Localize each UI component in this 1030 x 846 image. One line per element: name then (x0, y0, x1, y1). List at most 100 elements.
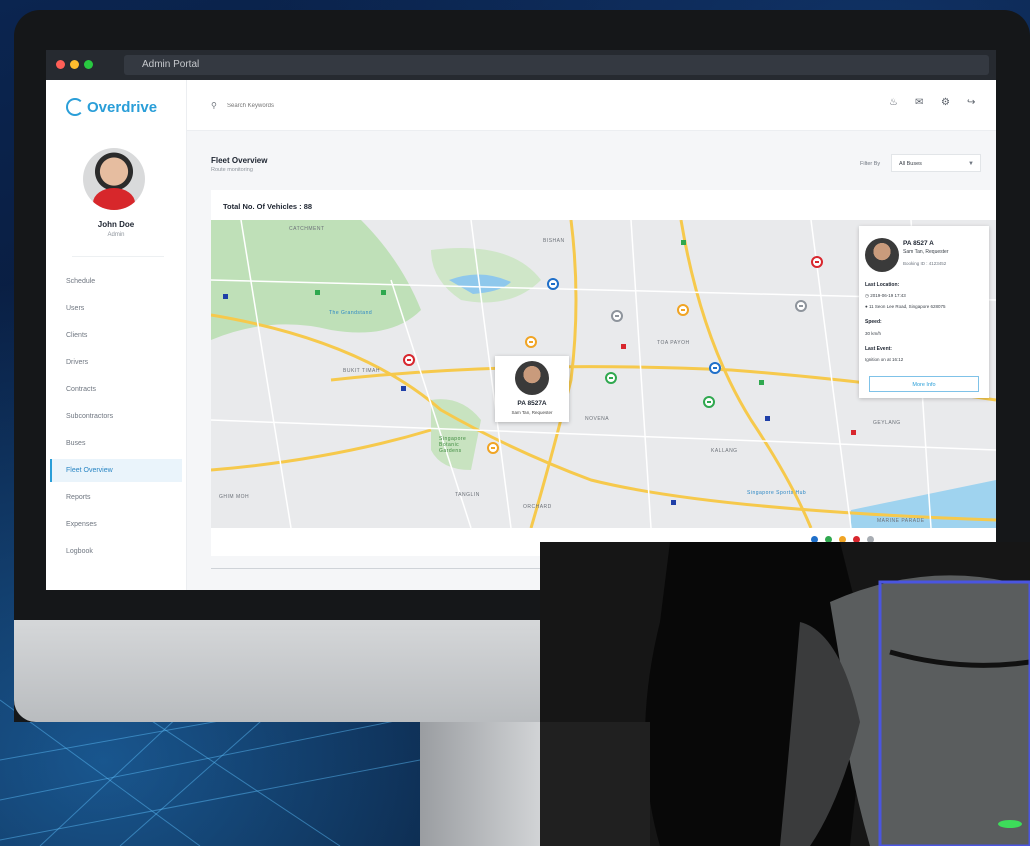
total-vehicles: Total No. Of Vehicles : 88 (223, 202, 313, 211)
logo-text: Overdrive (87, 98, 158, 116)
filter-selected-value: All Buses (899, 161, 922, 167)
sidebar-item-subcontractors[interactable]: Subcontractors (50, 405, 182, 428)
vehicle-marker[interactable] (525, 336, 537, 348)
vehicle-marker[interactable] (811, 256, 823, 268)
sidebar-nav: Schedule Users Clients Drivers Contracts… (50, 270, 182, 567)
logo[interactable]: Overdrive (66, 98, 157, 116)
sidebar-item-schedule[interactable]: Schedule (50, 270, 182, 293)
screen: Admin Portal Overdrive John Doe Admin Sc… (46, 50, 996, 590)
vehicle-marker[interactable] (709, 362, 721, 374)
sidebar-item-expenses[interactable]: Expenses (50, 513, 182, 536)
driver-camera-feed (540, 542, 1030, 846)
logo-icon (66, 98, 84, 116)
info-time: ◷ 2019-06-19 17:43 (865, 293, 906, 299)
topbar: ⚲ ♨ ✉ ⚙ ↪ (187, 80, 996, 131)
sidebar-item-drivers[interactable]: Drivers (50, 351, 182, 374)
map-label: GHIM MOH (219, 494, 250, 500)
driver-avatar (515, 361, 549, 395)
driver-avatar (865, 238, 899, 272)
info-name: Sam Tan, Requester (903, 249, 949, 255)
sidebar-item-users[interactable]: Users (50, 297, 182, 320)
map-label: Singapore Sports Hub (747, 490, 807, 496)
map-label: NOVENA (585, 416, 610, 422)
more-info-button[interactable]: More Info (869, 376, 979, 392)
map-label: TANGLIN (455, 492, 480, 498)
info-booking: Booking ID : 4123452 (903, 261, 947, 266)
map-label: Singapore Botanic Gardens (439, 436, 467, 454)
vehicle-marker[interactable] (611, 310, 623, 322)
map-label: MARINE PARADE (877, 518, 925, 524)
map-label: GEYLANG (873, 420, 901, 426)
info-speed: 30 km/h (865, 331, 882, 336)
maximize-window-button[interactable] (84, 60, 93, 69)
map-label: KALLANG (711, 448, 738, 454)
main-content: Fleet Overview Route monitoring Filter B… (187, 130, 996, 590)
fleet-card: Total No. Of Vehicles : 88 CATCHMENT BIS… (211, 190, 996, 556)
info-last-event: Ignition on at 16:12 (865, 357, 904, 362)
sidebar-item-fleet-overview[interactable]: Fleet Overview (50, 459, 182, 482)
stop-marker (681, 240, 686, 245)
location-pin-icon: ● (865, 304, 868, 309)
last-event-label: Last Event: (865, 346, 892, 352)
map-label: CATCHMENT (289, 226, 325, 232)
window-title: Admin Portal (124, 55, 989, 75)
vehicle-marker[interactable] (795, 300, 807, 312)
user-name: John Doe (97, 220, 135, 229)
sidebar-item-buses[interactable]: Buses (50, 432, 182, 455)
info-address-value: 11 Seon Lee Road, Singapore 628075 (868, 304, 946, 309)
filter-select[interactable]: All Buses ▼ (891, 154, 981, 172)
bell-icon[interactable]: ♨ (889, 97, 898, 108)
vehicle-marker[interactable] (487, 442, 499, 454)
vehicle-marker[interactable] (403, 354, 415, 366)
map-label: The Grandstand (329, 310, 373, 316)
app: Overdrive John Doe Admin Schedule Users … (46, 80, 996, 590)
sidebar-item-reports[interactable]: Reports (50, 486, 182, 509)
vehicle-marker[interactable] (677, 304, 689, 316)
stop-marker (315, 290, 320, 295)
stop-marker (223, 294, 228, 299)
speed-label: Speed: (865, 319, 882, 325)
stop-marker (759, 380, 764, 385)
page-title: Fleet Overview (211, 156, 268, 165)
clock-icon: ◷ (865, 293, 869, 298)
map-label: BISHAN (543, 238, 565, 244)
search-input[interactable] (225, 96, 429, 116)
camera-frame (540, 542, 1030, 846)
gear-icon[interactable]: ⚙ (941, 97, 950, 108)
logout-icon[interactable]: ↪ (967, 97, 975, 108)
sidebar-item-clients[interactable]: Clients (50, 324, 182, 347)
vehicle-marker[interactable] (703, 396, 715, 408)
minimize-window-button[interactable] (70, 60, 79, 69)
avatar[interactable] (83, 148, 145, 210)
vehicle-marker[interactable] (547, 278, 559, 290)
info-address: ● 11 Seon Lee Road, Singapore 628075 (865, 304, 945, 309)
search-icon: ⚲ (211, 101, 217, 110)
close-window-button[interactable] (56, 60, 65, 69)
stop-marker (401, 386, 406, 391)
mail-icon[interactable]: ✉ (915, 97, 923, 108)
map-label: TOA PAYOH (657, 340, 690, 346)
popup-plate: PA 8527A (517, 400, 547, 407)
vehicle-info-panel: PA 8527 A Sam Tan, Requester Booking ID … (859, 226, 989, 398)
stop-marker (765, 416, 770, 421)
divider (72, 256, 164, 257)
stop-marker (671, 500, 676, 505)
stop-marker (621, 344, 626, 349)
chevron-down-icon: ▼ (968, 161, 974, 167)
vehicle-popup[interactable]: PA 8527A Sam Tan, Requester (495, 356, 569, 422)
window-titlebar: Admin Portal (46, 50, 996, 80)
fleet-map[interactable]: CATCHMENT BISHAN BUKIT TIMAH TOA PAYOH N… (211, 220, 996, 528)
map-label: BUKIT TIMAH (343, 368, 380, 374)
sidebar-item-logbook[interactable]: Logbook (50, 540, 182, 563)
vehicle-marker[interactable] (605, 372, 617, 384)
last-location-label: Last Location: (865, 282, 900, 288)
map-label: ORCHARD (523, 504, 552, 510)
info-time-value: 2019-06-19 17:43 (870, 293, 906, 298)
stop-marker (381, 290, 386, 295)
user-role: Admin (107, 232, 125, 238)
sidebar: Overdrive John Doe Admin Schedule Users … (46, 80, 187, 590)
sidebar-item-contracts[interactable]: Contracts (50, 378, 182, 401)
popup-name: Sam Tan, Requester (511, 410, 553, 415)
page-subtitle: Route monitoring (211, 167, 253, 173)
stop-marker (851, 430, 856, 435)
